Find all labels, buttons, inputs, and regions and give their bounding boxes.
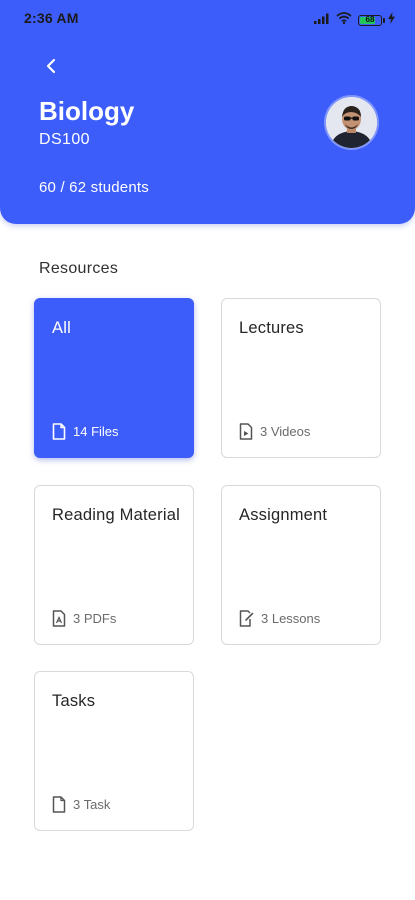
charging-icon [388, 11, 395, 29]
card-meta: 3 Task [52, 796, 110, 813]
student-count: 60 / 62 students [39, 179, 149, 196]
resource-card-assignment[interactable]: Assignment 3 Lessons [221, 485, 381, 645]
status-bar: 2:36 AM 68 [0, 0, 415, 36]
wifi-icon [336, 11, 352, 29]
signal-icon [314, 11, 330, 29]
resource-card-lectures[interactable]: Lectures 3 Videos [221, 298, 381, 458]
card-label: Assignment [239, 506, 328, 524]
resources-heading: Resources [39, 260, 119, 277]
card-meta: 14 Files [52, 423, 119, 440]
card-meta: 3 Lessons [239, 610, 320, 627]
pdf-file-icon [52, 610, 66, 627]
battery-icon: 68 [358, 14, 385, 26]
task-file-icon [52, 796, 66, 813]
card-label: All [52, 319, 71, 337]
resource-card-tasks[interactable]: Tasks 3 Task [34, 671, 194, 831]
status-time: 2:36 AM [24, 10, 79, 26]
course-title: Biology [39, 96, 135, 126]
card-label: Lectures [239, 319, 304, 337]
course-header: 2:36 AM 68 Biology DS100 60 / 62 student… [0, 0, 415, 224]
file-icon [52, 423, 66, 440]
avatar[interactable] [326, 97, 377, 148]
card-meta-text: 3 Videos [260, 424, 311, 439]
card-meta-text: 3 PDFs [73, 611, 117, 626]
back-button[interactable] [38, 52, 66, 80]
card-meta: 3 Videos [239, 423, 310, 440]
assignment-file-icon [239, 610, 254, 627]
resource-card-all[interactable]: All 14 Files [34, 298, 194, 458]
card-meta: 3 PDFs [52, 610, 116, 627]
card-label: Tasks [52, 692, 96, 710]
battery-level: 68 [365, 15, 375, 24]
card-meta-text: 14 Files [73, 424, 119, 439]
card-label: Reading Material [52, 506, 180, 524]
video-file-icon [239, 423, 253, 440]
status-icons: 68 [314, 11, 395, 29]
resource-card-reading-material[interactable]: Reading Material 3 PDFs [34, 485, 194, 645]
card-meta-text: 3 Lessons [261, 611, 321, 626]
card-meta-text: 3 Task [73, 797, 111, 812]
course-code: DS100 [39, 131, 90, 148]
chevron-left-icon [38, 58, 66, 84]
